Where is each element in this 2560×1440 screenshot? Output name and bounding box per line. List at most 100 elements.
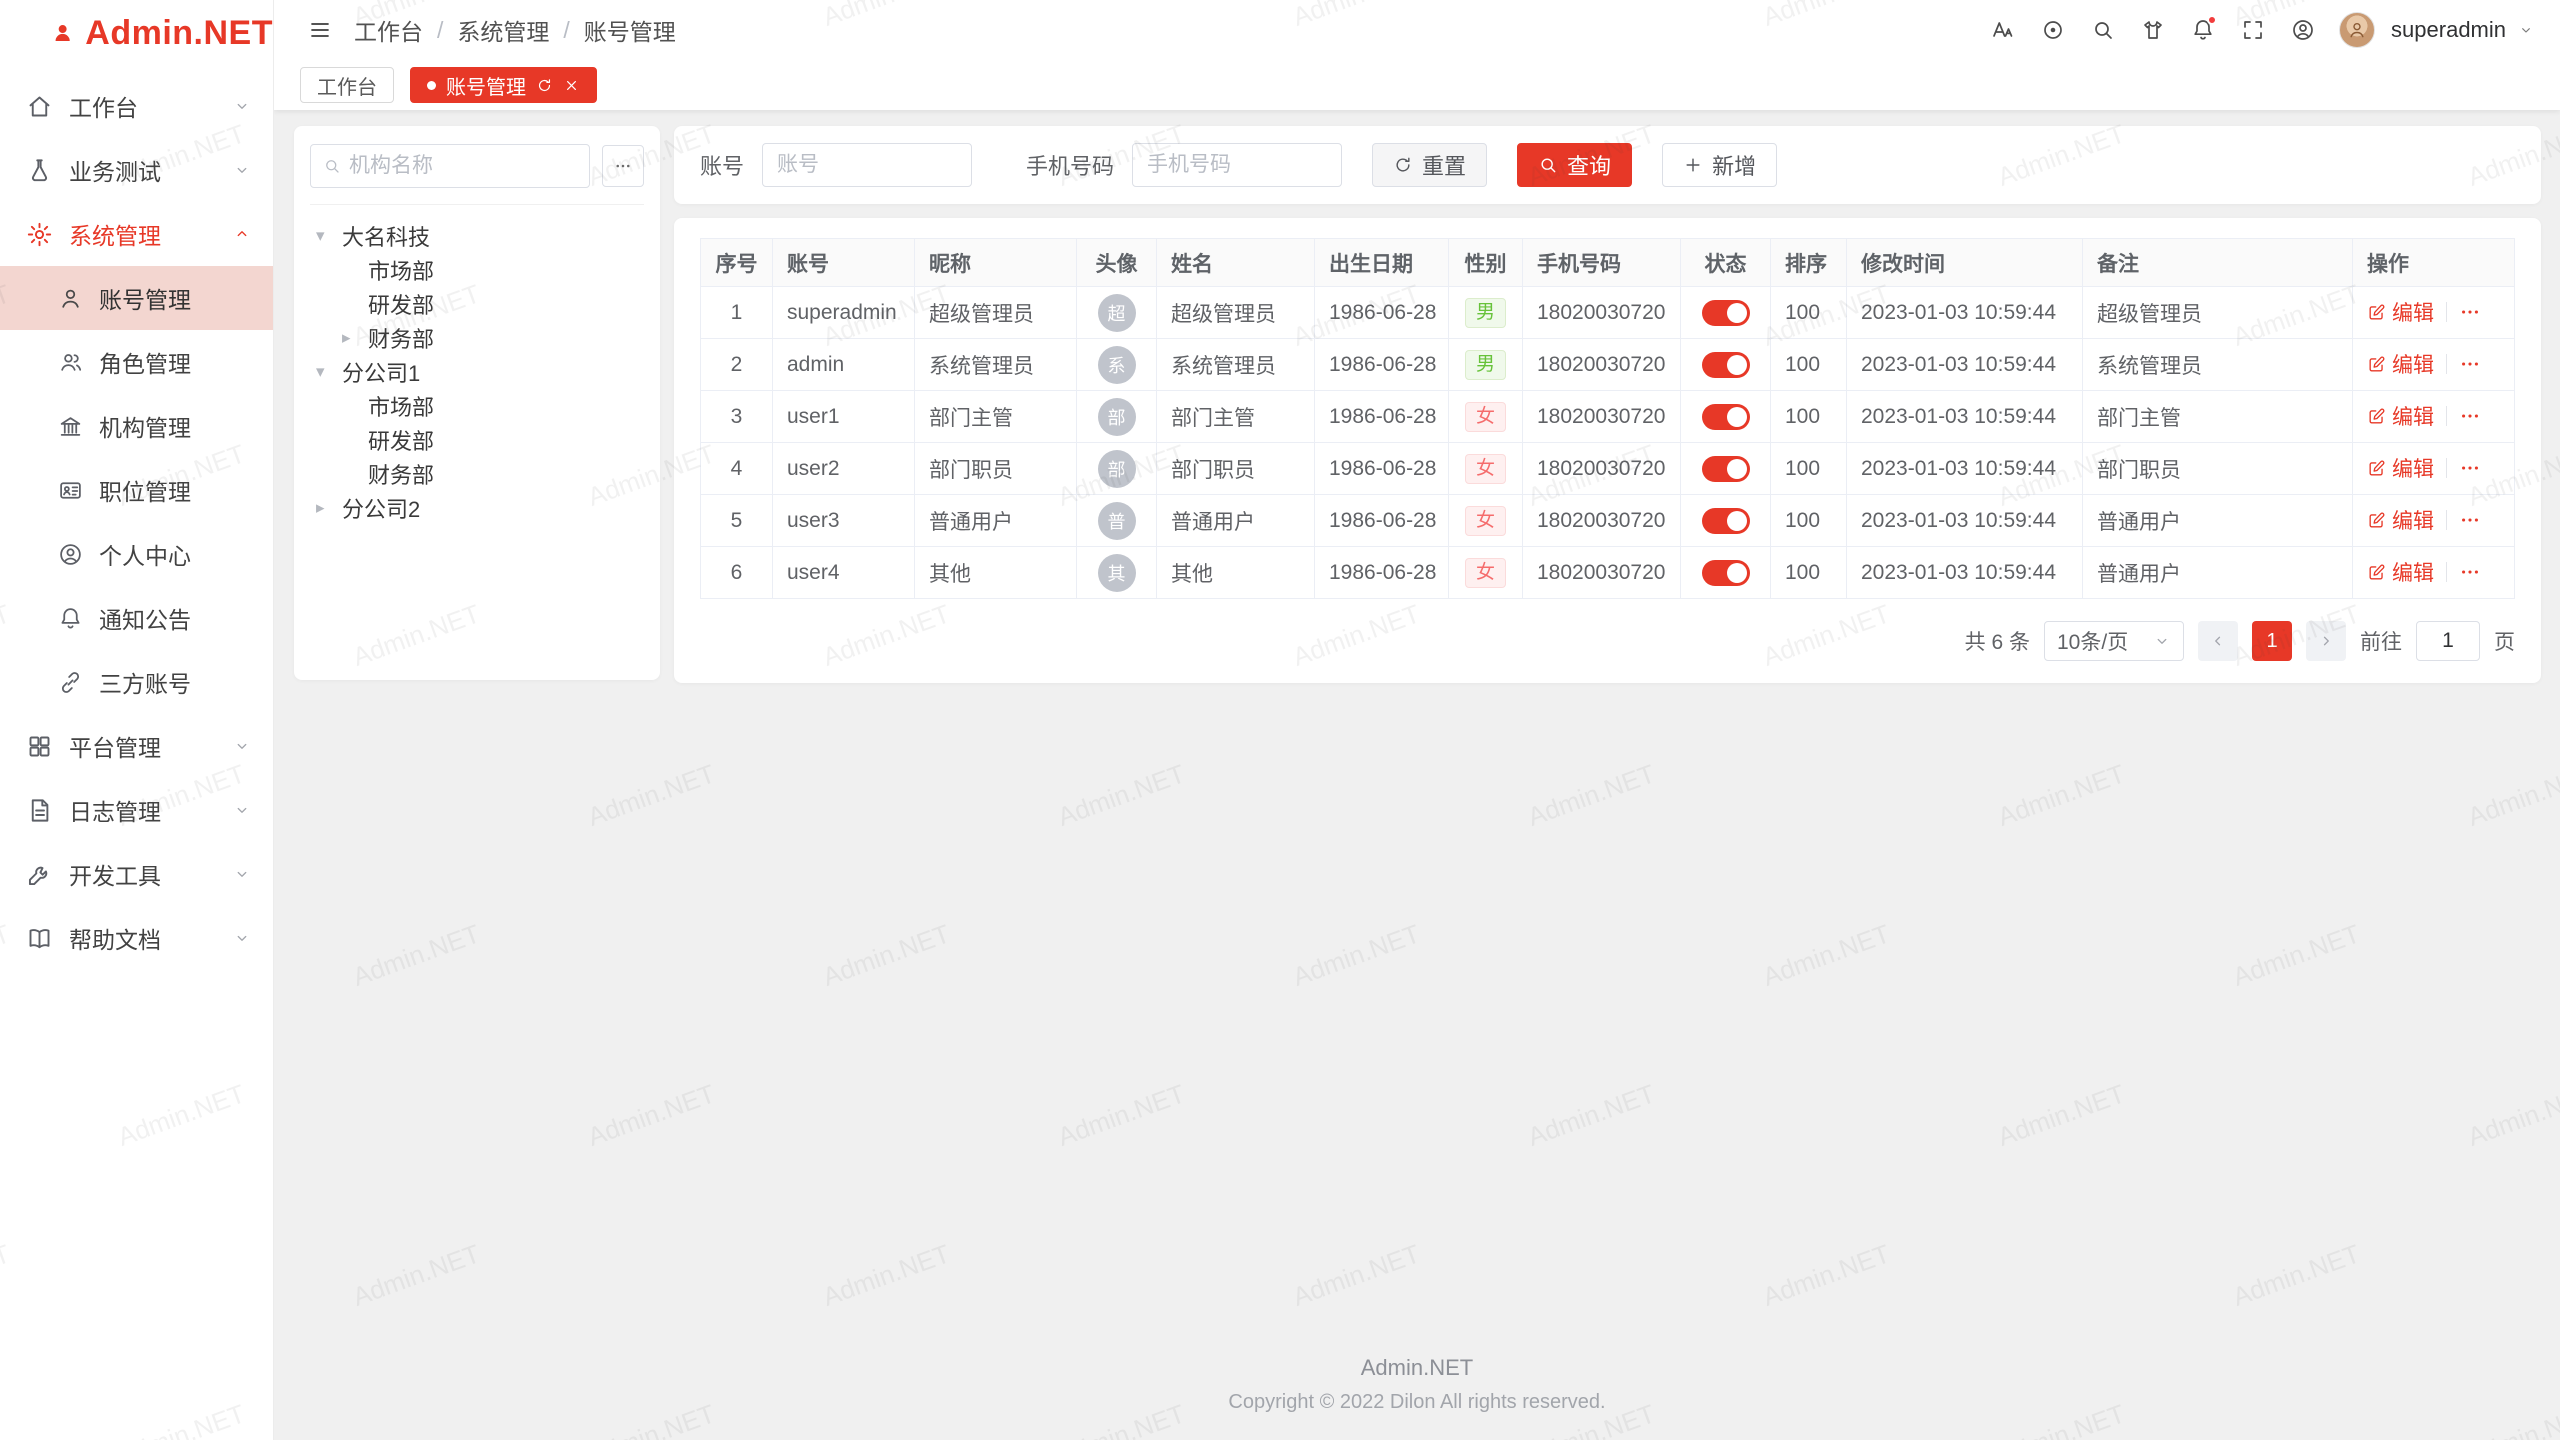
edit-button[interactable]: 编辑 (2367, 453, 2434, 483)
theme-button[interactable] (2131, 8, 2175, 52)
font-size-button[interactable] (1981, 8, 2025, 52)
table-body: 1superadmin超级管理员超超级管理员1986-06-28男1802003… (701, 287, 2515, 599)
phone-filter-input[interactable] (1132, 143, 1342, 187)
sidebar-item-business-test[interactable]: 业务测试 (0, 138, 273, 202)
sidebar-item-position-management[interactable]: 职位管理 (0, 458, 273, 522)
tree-node[interactable]: 研发部 (310, 423, 644, 457)
more-actions-button[interactable] (2459, 509, 2481, 531)
sidebar-item-label: 个人中心 (99, 537, 191, 571)
account-filter-input[interactable] (762, 143, 972, 187)
status-toggle[interactable] (1702, 560, 1750, 586)
prev-page-button[interactable] (2198, 621, 2238, 661)
row-avatar: 部 (1098, 398, 1136, 436)
status-toggle[interactable] (1702, 352, 1750, 378)
org-search-input[interactable] (349, 154, 577, 178)
sidebar-item-platform-management[interactable]: 平台管理 (0, 714, 273, 778)
breadcrumb-item[interactable]: 工作台 (354, 13, 423, 47)
query-button[interactable]: 查询 (1517, 143, 1632, 187)
cell-modified: 2023-01-03 10:59:44 (1847, 443, 2083, 495)
status-toggle[interactable] (1702, 404, 1750, 430)
cell-modified: 2023-01-03 10:59:44 (1847, 339, 2083, 391)
more-actions-button[interactable] (2459, 405, 2481, 427)
sidebar-item-personal-center[interactable]: 个人中心 (0, 522, 273, 586)
caret-right-icon[interactable]: ▸ (342, 328, 368, 348)
reset-button[interactable]: 重置 (1372, 143, 1487, 187)
tree-node[interactable]: 研发部 (310, 287, 644, 321)
refresh-tab-icon[interactable] (536, 77, 553, 94)
cell-sort: 100 (1771, 339, 1847, 391)
active-tab-dot (427, 81, 436, 90)
global-search-button[interactable] (2081, 8, 2125, 52)
add-button[interactable]: 新增 (1662, 143, 1777, 187)
goto-page-input[interactable] (2416, 621, 2480, 661)
page-size-select[interactable]: 10条/页 (2044, 621, 2184, 661)
sidebar-item-third-party-account[interactable]: 三方账号 (0, 650, 273, 714)
row-index: 3 (701, 391, 773, 443)
sidebar-item-workbench[interactable]: 工作台 (0, 74, 273, 138)
close-tab-icon[interactable] (563, 77, 580, 94)
tree-node[interactable]: ▾分公司1 (310, 355, 644, 389)
flask-icon (26, 157, 53, 184)
cell-phone: 18020030720 (1523, 391, 1681, 443)
collapse-menu-button[interactable] (300, 10, 340, 50)
tree-node[interactable]: 市场部 (310, 389, 644, 423)
column-header: 状态 (1681, 239, 1771, 287)
notification-button[interactable] (2181, 8, 2225, 52)
sidebar-item-help-docs[interactable]: 帮助文档 (0, 906, 273, 970)
fullscreen-button[interactable] (2231, 8, 2275, 52)
page-number-button[interactable]: 1 (2252, 621, 2292, 661)
tree-node[interactable]: 市场部 (310, 253, 644, 287)
edit-button[interactable]: 编辑 (2367, 349, 2434, 379)
more-actions-button[interactable] (2459, 301, 2481, 323)
actions-divider (2446, 354, 2447, 374)
more-actions-button[interactable] (2459, 353, 2481, 375)
chevron-down-icon (233, 737, 251, 755)
tab-label: 工作台 (317, 71, 377, 100)
sidebar-item-org-management[interactable]: 机构管理 (0, 394, 273, 458)
edit-button[interactable]: 编辑 (2367, 557, 2434, 587)
app-logo[interactable]: Admin.NET (0, 0, 273, 66)
breadcrumb-item[interactable]: 系统管理 (457, 13, 549, 47)
sidebar-item-label: 业务测试 (69, 153, 161, 187)
more-actions-button[interactable] (2459, 561, 2481, 583)
more-actions-button[interactable] (2459, 457, 2481, 479)
sidebar-item-label: 职位管理 (99, 473, 191, 507)
caret-down-icon[interactable]: ▾ (316, 362, 342, 382)
status-toggle[interactable] (1702, 456, 1750, 482)
username[interactable]: superadmin (2391, 17, 2506, 43)
tab-account-management[interactable]: 账号管理 (410, 67, 597, 103)
avatar-text: 超 (1108, 300, 1126, 326)
watermark-text: Admin.NET (1524, 1078, 1660, 1153)
org-more-button[interactable] (602, 145, 644, 187)
next-page-button[interactable] (2306, 621, 2346, 661)
cell-phone: 18020030720 (1523, 547, 1681, 599)
sidebar-item-dev-tools[interactable]: 开发工具 (0, 842, 273, 906)
profile-button[interactable] (2281, 8, 2325, 52)
tree-node[interactable]: ▸分公司2 (310, 491, 644, 525)
status-toggle[interactable] (1702, 508, 1750, 534)
sidebar-item-notice[interactable]: 通知公告 (0, 586, 273, 650)
sidebar-item-log-management[interactable]: 日志管理 (0, 778, 273, 842)
tab-workbench[interactable]: 工作台 (300, 67, 394, 103)
cell-name: 部门职员 (1157, 443, 1315, 495)
caret-down-icon[interactable]: ▾ (316, 226, 342, 246)
status-toggle[interactable] (1702, 300, 1750, 326)
accounts-table-card: 序号账号昵称头像姓名出生日期性别手机号码状态排序修改时间备注操作 1supera… (674, 218, 2541, 683)
sidebar-item-role-management[interactable]: 角色管理 (0, 330, 273, 394)
tree-node[interactable]: ▾大名科技 (310, 219, 644, 253)
sidebar-item-account-management[interactable]: 账号管理 (0, 266, 273, 330)
sidebar-item-system-management[interactable]: 系统管理 (0, 202, 273, 266)
tree-node[interactable]: 财务部 (310, 457, 644, 491)
book-icon (26, 925, 53, 952)
actions-divider (2446, 302, 2447, 322)
cell-actions: 编辑 (2353, 443, 2515, 495)
caret-right-icon[interactable]: ▸ (316, 498, 342, 518)
user-avatar[interactable] (2339, 12, 2375, 48)
edit-button[interactable]: 编辑 (2367, 505, 2434, 535)
chevron-down-icon[interactable] (2518, 22, 2534, 38)
sidebar-item-label: 机构管理 (99, 409, 191, 443)
edit-button[interactable]: 编辑 (2367, 401, 2434, 431)
edit-button[interactable]: 编辑 (2367, 297, 2434, 327)
tree-node[interactable]: ▸财务部 (310, 321, 644, 355)
locate-button[interactable] (2031, 8, 2075, 52)
